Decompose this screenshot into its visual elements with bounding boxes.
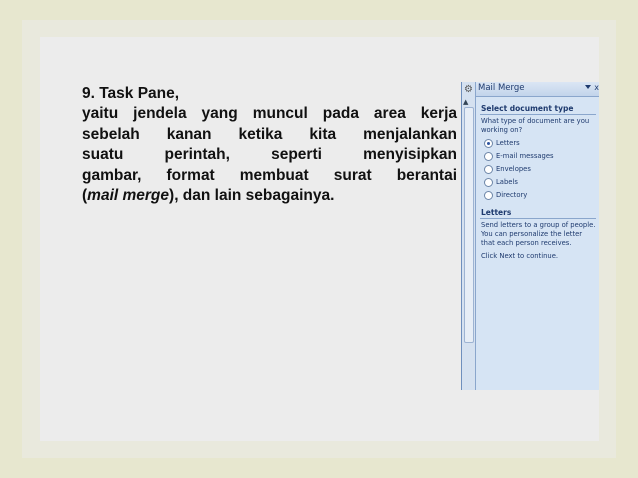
slide-title: 9. Task Pane, — [82, 85, 180, 102]
question-text-2: working on? — [481, 126, 523, 134]
next-hint: Click Next to continue. — [481, 252, 559, 260]
option-label: Envelopes — [496, 165, 531, 173]
option-label: Labels — [496, 178, 518, 186]
slide-line-2: sebelah kanan ketika kita menjalankan — [82, 125, 457, 143]
option-label: Letters — [496, 139, 520, 147]
section-title-letters: Letters — [481, 208, 512, 217]
option-letters[interactable]: Letters — [484, 138, 520, 149]
slide-line-1: yaitu jendela yang muncul pada area kerj… — [82, 105, 457, 123]
slide-line-5-rest: ), dan lain sebagainya. — [169, 187, 335, 205]
radio-icon[interactable] — [484, 191, 493, 200]
slide-line-4: gambar, format membuat surat berantai — [82, 166, 457, 184]
radio-icon[interactable] — [484, 165, 493, 174]
slide-line-5: (mail merge), dan lain sebagainya. — [82, 186, 457, 206]
close-icon[interactable]: x — [594, 83, 599, 92]
option-email-messages[interactable]: E-mail messages — [484, 151, 554, 162]
gear-icon[interactable]: ⚙ — [463, 84, 474, 95]
option-labels[interactable]: Labels — [484, 177, 518, 188]
section-divider — [480, 114, 596, 115]
radio-icon[interactable] — [484, 139, 493, 148]
option-envelopes[interactable]: Envelopes — [484, 164, 531, 175]
task-pane-content: Select document type What type of docume… — [476, 97, 599, 390]
option-label: Directory — [496, 191, 528, 199]
pane-scrollbar[interactable]: ⚙ ▲ — [462, 82, 476, 390]
scroll-up-icon[interactable]: ▲ — [463, 98, 468, 106]
slide-line-3: suatu perintah, seperti menyisipkan — [82, 146, 457, 164]
task-pane-title: Mail Merge — [478, 83, 525, 93]
option-label: E-mail messages — [496, 152, 554, 160]
mail-merge-term: mail merge — [87, 187, 170, 205]
section-divider — [480, 218, 596, 219]
radio-icon[interactable] — [484, 152, 493, 161]
radio-icon[interactable] — [484, 178, 493, 187]
section-title-document-type: Select document type — [481, 104, 574, 113]
scrollbar-thumb[interactable] — [464, 107, 474, 343]
slide-text: 9. Task Pane, yaitu jendela yang muncul … — [82, 84, 457, 206]
task-pane: ⚙ ▲ Mail Merge x Select document type Wh… — [461, 82, 599, 390]
description-line-3: that each person receives. — [481, 239, 572, 247]
option-directory[interactable]: Directory — [484, 190, 528, 201]
task-pane-header: Mail Merge x — [476, 82, 599, 97]
dropdown-arrow-icon[interactable] — [585, 85, 591, 89]
